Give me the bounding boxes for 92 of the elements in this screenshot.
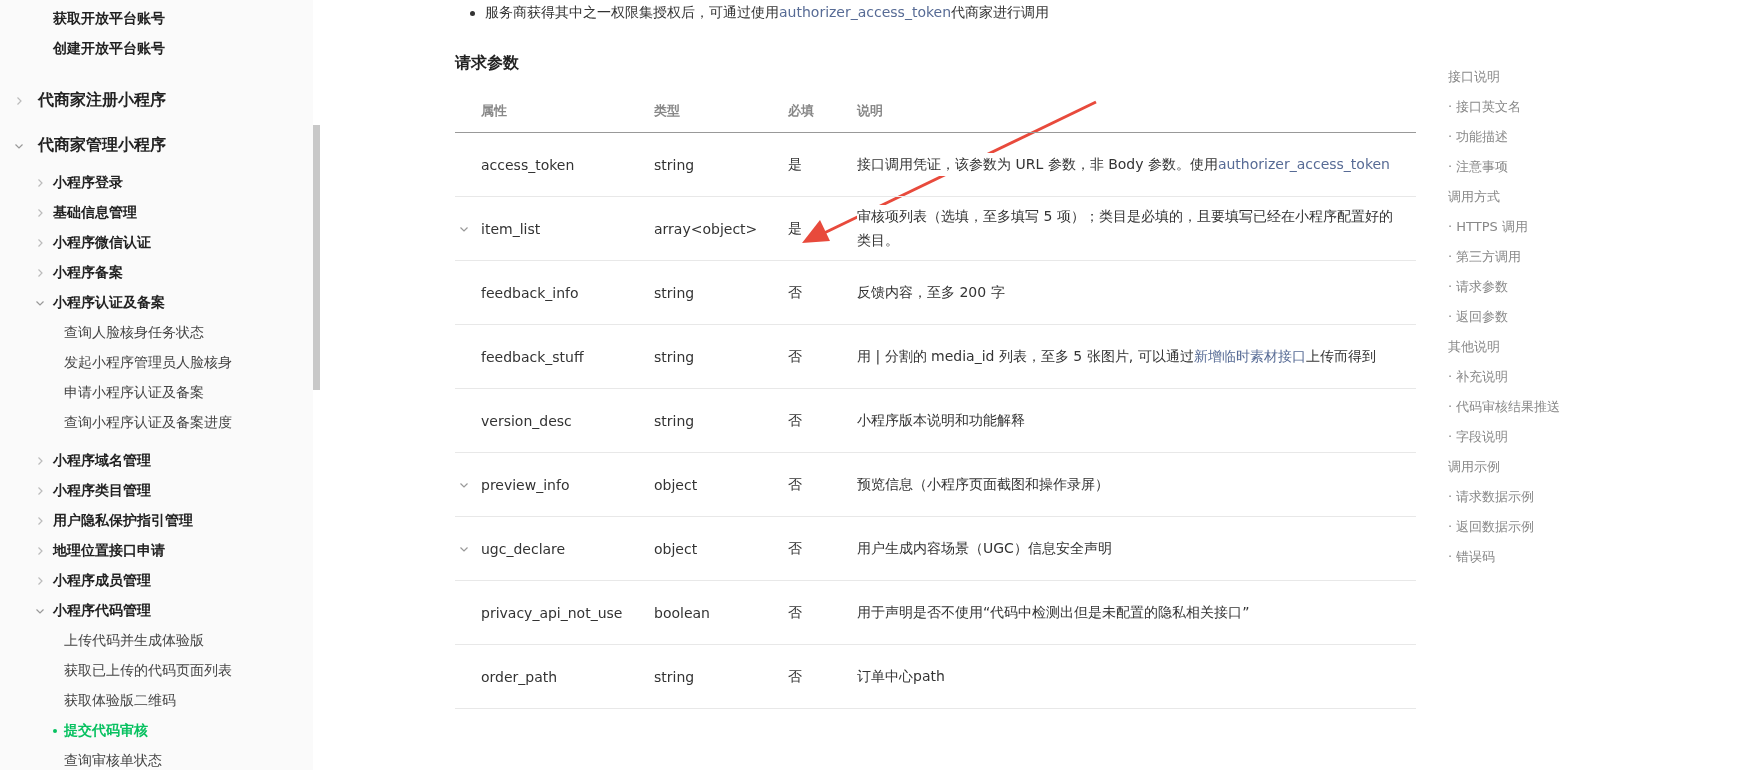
- param-name: feedback_stuff: [481, 348, 585, 365]
- description-text: 接口调用凭证，该参数为 URL 参数，非 Body 参数。使用authorizer_access_token: [857, 152, 1390, 177]
- column-header: 必填: [788, 101, 815, 120]
- nav-item[interactable]: 小程序域名管理: [53, 452, 151, 470]
- required-cell-text: 否: [788, 283, 803, 302]
- nav-subitem[interactable]: 获取已上传的代码页面列表: [64, 662, 232, 680]
- scrollbar-thumb[interactable]: [313, 125, 320, 390]
- param-type: string: [654, 348, 696, 365]
- toc-link[interactable]: · HTTPS 调用: [1448, 212, 1561, 242]
- nav-section[interactable]: 代商家注册小程序: [38, 90, 166, 111]
- param-name: version_desc: [481, 412, 573, 429]
- nav-item[interactable]: 基础信息管理: [53, 204, 137, 222]
- nav-item[interactable]: 获取开放平台账号: [0, 4, 313, 34]
- required-cell-text: 否: [788, 539, 803, 558]
- toc-link[interactable]: · 字段说明: [1448, 422, 1561, 452]
- required-cell-text: 否: [788, 475, 803, 494]
- chevron-icon[interactable]: [35, 516, 45, 526]
- required-cell-text: 是: [788, 219, 803, 238]
- doc-link[interactable]: 新增临时素材接口: [1193, 347, 1306, 364]
- chevron-icon[interactable]: [35, 546, 45, 556]
- doc-link[interactable]: authorizer_access_token: [779, 4, 952, 20]
- toc-link[interactable]: · 补充说明: [1448, 362, 1561, 392]
- doc-link[interactable]: authorizer_access_token: [1217, 155, 1390, 172]
- required-cell-text: 是: [788, 155, 803, 174]
- column-header: 类型: [654, 101, 681, 120]
- chevron-icon[interactable]: [35, 208, 45, 218]
- nav-item[interactable]: 小程序微信认证: [53, 234, 151, 252]
- toc-link[interactable]: · 代码审核结果推送: [1448, 392, 1561, 422]
- nav-item[interactable]: 用户隐私保护指引管理: [53, 512, 193, 530]
- toc-link[interactable]: · 返回数据示例: [1448, 512, 1561, 542]
- nav-subitem[interactable]: 申请小程序认证及备案: [64, 384, 204, 402]
- required-cell-text: 否: [788, 603, 803, 622]
- chevron-icon[interactable]: [35, 486, 45, 496]
- toc-link[interactable]: · 返回参数: [1448, 302, 1561, 332]
- param-name: feedback_info: [481, 284, 580, 301]
- chevron-icon[interactable]: [35, 576, 45, 586]
- nav-item[interactable]: 小程序成员管理: [53, 572, 151, 590]
- nav-item[interactable]: 小程序认证及备案: [53, 294, 165, 312]
- nav-item[interactable]: 小程序备案: [53, 264, 123, 282]
- column-header: 属性: [480, 101, 508, 120]
- param-name: privacy_api_not_use: [481, 604, 624, 621]
- toc-link[interactable]: · 请求数据示例: [1448, 482, 1561, 512]
- toc-link[interactable]: 调用方式: [1448, 182, 1561, 212]
- toc-link[interactable]: 其他说明: [1448, 332, 1561, 362]
- param-type: string: [654, 412, 696, 429]
- chevron-icon[interactable]: [35, 298, 45, 308]
- param-name: item_list: [481, 220, 542, 237]
- param-type: array<object>: [654, 220, 759, 237]
- selected-dot-icon: [53, 729, 57, 733]
- section-heading: 请求参数: [455, 53, 520, 74]
- param-type: string: [654, 156, 696, 173]
- param-name: order_path: [481, 668, 559, 685]
- param-type: object: [654, 540, 699, 557]
- nav-subitem[interactable]: 查询人脸核身任务状态: [64, 324, 204, 342]
- toc-link[interactable]: · 功能描述: [1448, 122, 1561, 152]
- nav-subitem[interactable]: 发起小程序管理员人脸核身: [64, 354, 232, 372]
- required-cell-text: 否: [788, 347, 803, 366]
- toc-link[interactable]: · 请求参数: [1448, 272, 1561, 302]
- required-cell-text: 否: [788, 667, 803, 686]
- bullet-icon: [470, 10, 475, 16]
- nav-item[interactable]: 小程序登录: [53, 174, 123, 192]
- nav-item[interactable]: 地理位置接口申请: [53, 542, 165, 560]
- column-header: 说明: [857, 101, 884, 120]
- nav-subitem[interactable]: 获取体验版二维码: [64, 692, 176, 710]
- param-name: access_token: [481, 156, 576, 173]
- nav-subitem[interactable]: 查询小程序认证及备案进度: [64, 414, 232, 432]
- chevron-icon[interactable]: [35, 456, 45, 466]
- nav-item[interactable]: 小程序代码管理: [53, 602, 151, 620]
- nav-section[interactable]: 代商家管理小程序: [38, 135, 166, 156]
- chevron-icon[interactable]: [35, 268, 45, 278]
- param-name: ugc_declare: [481, 540, 567, 557]
- chevron-icon[interactable]: [14, 95, 24, 106]
- param-type: string: [654, 284, 696, 301]
- nav-subitem[interactable]: 上传代码并生成体验版: [64, 632, 204, 650]
- chevron-icon[interactable]: [35, 238, 45, 248]
- toc-link[interactable]: 接口说明: [1448, 62, 1561, 92]
- chevron-icon[interactable]: [35, 606, 45, 616]
- param-type: string: [654, 668, 696, 685]
- toc-link[interactable]: · 注意事项: [1448, 152, 1561, 182]
- nav-item[interactable]: 创建开放平台账号: [0, 34, 313, 64]
- chevron-icon[interactable]: [35, 178, 45, 188]
- toc-link[interactable]: 调用示例: [1448, 452, 1561, 482]
- toc-link[interactable]: · 错误码: [1448, 542, 1561, 572]
- note-text: 服务商获得其中之一权限集授权后，可通过使用authorizer_access_token代商家进行调用: [485, 4, 1050, 22]
- nav-subitem[interactable]: 查询审核单状态: [64, 752, 162, 770]
- param-type: object: [654, 476, 699, 493]
- required-cell-text: 否: [788, 411, 803, 430]
- toc-link[interactable]: · 第三方调用: [1448, 242, 1561, 272]
- toc-link[interactable]: · 接口英文名: [1448, 92, 1561, 122]
- param-type: boolean: [654, 604, 711, 621]
- param-name: preview_info: [481, 476, 571, 493]
- nav-item[interactable]: 小程序类目管理: [53, 482, 151, 500]
